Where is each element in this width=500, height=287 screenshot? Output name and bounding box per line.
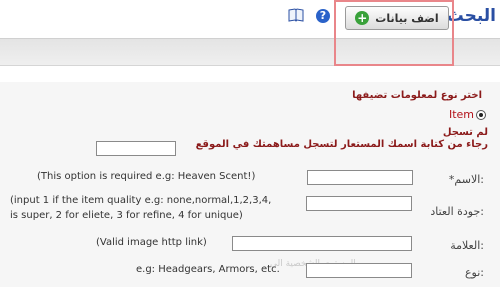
image-label: العلامة:: [450, 239, 484, 252]
nickname-input[interactable]: [96, 141, 176, 156]
register-prompt: رجاء من كتابة اسمك المستعار لتسجل مساهمت…: [195, 139, 488, 150]
type-instruction: اختر نوع لمعلومات تضيفها: [352, 90, 482, 101]
add-data-form: اختر نوع لمعلومات تضيفها Item لم تسجل رج…: [0, 82, 500, 287]
type-option-item[interactable]: Item: [449, 108, 486, 121]
spacer: [0, 66, 500, 82]
quality-hint-2: is super, 2 for eliete, 3 for refine, 4 …: [10, 210, 243, 221]
quality-label: جودة العتاد:: [430, 205, 484, 218]
page: البحث + اضف بيانات ? اختر نوع لمعلومات ت…: [0, 0, 500, 287]
type-input[interactable]: [306, 263, 412, 278]
item-radio[interactable]: [476, 109, 486, 120]
page-title: البحث: [446, 6, 496, 26]
image-hint: (Valid image http link): [96, 237, 207, 248]
book-icon[interactable]: [288, 8, 304, 22]
type-label: نوع:: [464, 266, 484, 279]
highlight-box: [334, 0, 454, 66]
image-link-input[interactable]: [232, 236, 412, 251]
type-hint: e.g: Headgears, Armors, etc.: [136, 264, 280, 275]
name-input[interactable]: [307, 170, 413, 185]
name-label: *الاسم:: [448, 173, 484, 186]
quality-input[interactable]: [306, 196, 412, 211]
name-hint: (This option is required e.g: Heaven Sce…: [37, 171, 256, 182]
type-option-label: Item: [448, 108, 474, 121]
help-icon[interactable]: ?: [316, 9, 330, 23]
not-logged-in-text: لم تسجل: [442, 127, 488, 138]
quality-hint-1: (input 1 if the item quality e.g: none,n…: [10, 195, 272, 206]
